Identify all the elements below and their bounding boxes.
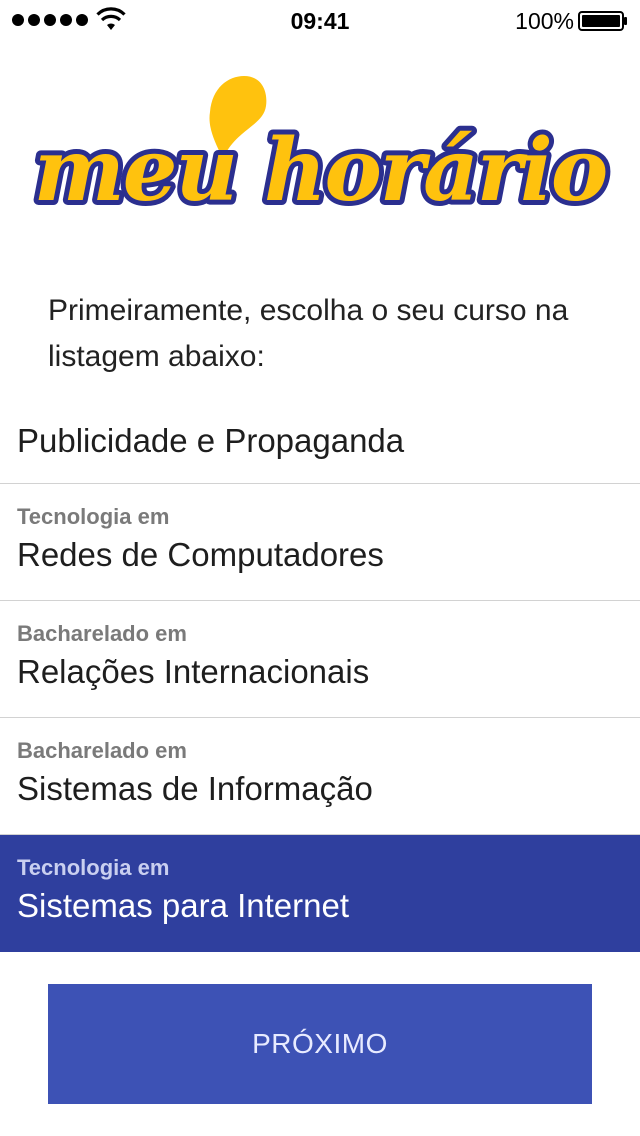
course-item-sistemas-de-informacao[interactable]: Bacharelado em Sistemas de Informação — [0, 718, 640, 835]
course-degree: Bacharelado em — [17, 621, 187, 646]
svg-text:meu horário: meu horário — [34, 120, 606, 221]
next-button[interactable]: PRÓXIMO — [48, 984, 592, 1104]
course-name: Sistemas de Informação — [17, 770, 373, 807]
course-item-publicidade-e-propaganda[interactable]: Publicidade e Propaganda — [0, 400, 640, 484]
course-name: Redes de Computadores — [17, 536, 384, 573]
course-degree: Tecnologia em — [17, 504, 170, 529]
course-item-sistemas-para-internet[interactable]: Tecnologia em Sistemas para Internet — [0, 835, 640, 952]
course-picker-list[interactable]: · · · · · · · · · Publicidade e Propagan… — [0, 400, 640, 952]
instruction-text: Primeiramente, escolha o seu curso na li… — [48, 294, 569, 373]
meu-horario-logo: meu horário — [29, 76, 613, 222]
course-item-relacoes-internacionais[interactable]: Bacharelado em Relações Internacionais — [0, 601, 640, 718]
course-degree: Tecnologia em — [17, 855, 170, 880]
app-screen: 09:41 100% meu horário Primeiramente, es… — [0, 0, 640, 1136]
course-name: Relações Internacionais — [17, 653, 370, 690]
status-bar: 09:41 100% — [0, 0, 640, 40]
course-name: Publicidade e Propaganda — [17, 422, 405, 459]
battery-icon — [578, 11, 627, 31]
course-item-redes-de-computadores[interactable]: Tecnologia em Redes de Computadores — [0, 484, 640, 601]
course-degree: Bacharelado em — [17, 738, 187, 763]
course-name: Sistemas para Internet — [17, 887, 349, 924]
battery-percent: 100% — [515, 8, 574, 34]
